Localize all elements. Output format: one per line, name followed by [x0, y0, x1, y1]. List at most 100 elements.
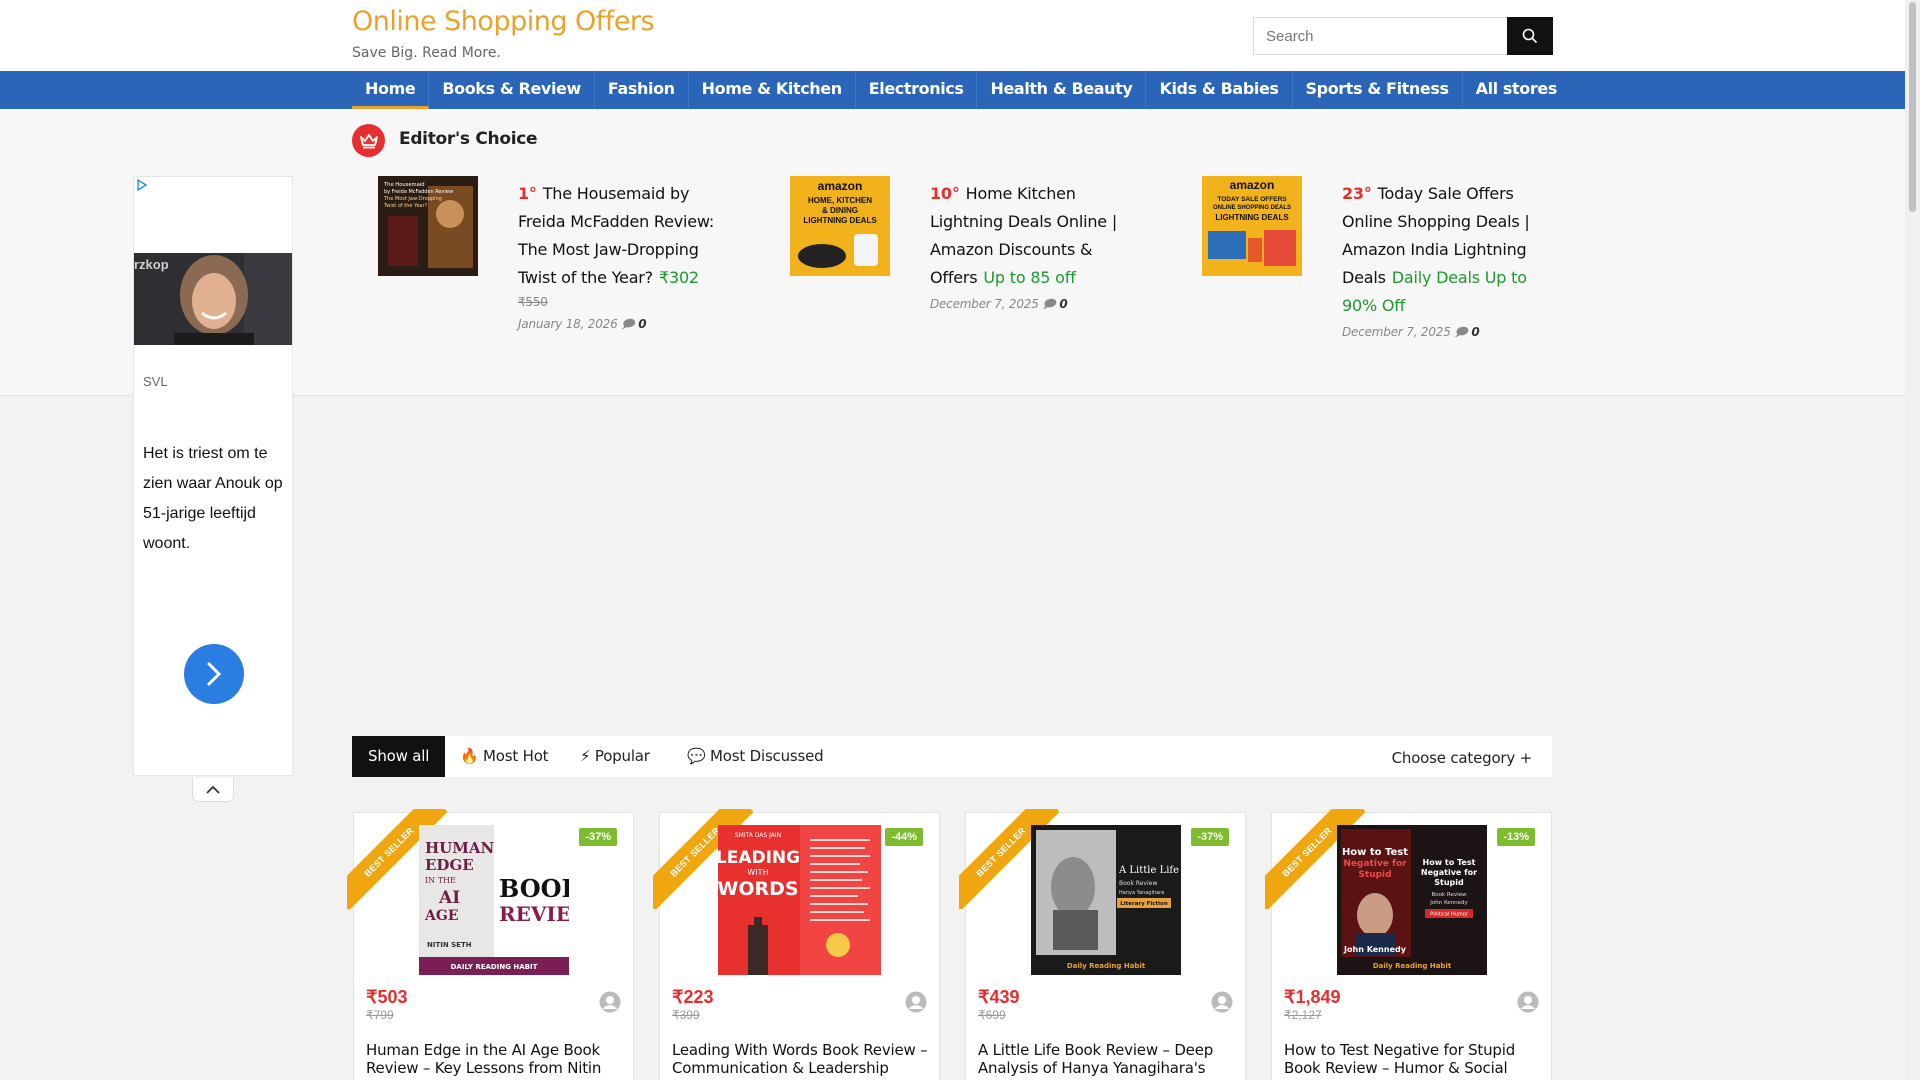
editors-choice-item: amazon HOME, KITCHEN & DINING LIGHTNING … — [790, 176, 1170, 356]
product-title[interactable]: A Little Life Book Review – Deep Analysi… — [978, 1041, 1238, 1077]
post-thumbnail[interactable]: amazon TODAY SALE OFFERS ONLINE SHOPPING… — [1202, 176, 1302, 276]
product-old-price: ₹2,127 — [1284, 1008, 1322, 1022]
cover-author: John Kennedy — [1343, 945, 1407, 954]
avatar[interactable] — [905, 991, 927, 1013]
cover-author: SMITA DAS JAIN — [735, 832, 781, 839]
product-title[interactable]: How to Test Negative for Stupid Book Rev… — [1284, 1041, 1544, 1077]
cover-word: Political Humor — [1430, 912, 1469, 918]
cover-word: LEADING — [718, 848, 800, 868]
search-form — [1253, 17, 1553, 55]
page-scrollbar[interactable] — [1905, 0, 1920, 1080]
thumb-line-1: TODAY SALE OFFERS — [1217, 196, 1287, 203]
cover-word: Stupid — [1434, 878, 1464, 887]
product-title[interactable]: Leading With Words Book Review – Communi… — [672, 1041, 932, 1077]
nav-item-electronics[interactable]: Electronics — [856, 71, 978, 109]
editors-choice-heading: Editor's Choice — [399, 129, 538, 149]
nav-item-home[interactable]: Home — [352, 71, 430, 109]
avatar[interactable] — [1517, 991, 1539, 1013]
ad-next-button[interactable] — [184, 644, 244, 704]
product-image[interactable]: SMITA DAS JAIN LEADING WITH WORDS — [718, 825, 881, 975]
product-card[interactable]: BEST SELLER -37% HUMAN EDGE IN THE AI AG… — [347, 809, 634, 1080]
cover-footer: Daily Reading Habit — [1067, 962, 1146, 970]
product-price: ₹503 — [366, 987, 408, 1007]
rank-label: 23° — [1342, 184, 1372, 203]
product-price: ₹439 — [978, 987, 1020, 1007]
post-old-price: ₹550 — [518, 295, 548, 309]
product-price: ₹1,849 — [1284, 987, 1341, 1007]
nav-item-fashion[interactable]: Fashion — [595, 71, 689, 109]
tab-popular[interactable]: ⚡ Popular — [580, 736, 650, 777]
sidebar-ad[interactable]: rzkop SVL Het is triest om te zien waar … — [133, 176, 293, 776]
product-image[interactable]: A Little Life Book Review Hanya Yanagiha… — [1031, 825, 1181, 975]
site-tagline: Save Big. Read More. — [352, 45, 501, 61]
search-button[interactable] — [1507, 17, 1553, 55]
thumb-brand: amazon — [818, 179, 863, 193]
product-old-price: ₹399 — [672, 1008, 700, 1022]
product-card[interactable]: BEST SELLER -44% SMITA DAS JAIN LEADING … — [653, 809, 940, 1080]
main-nav: Home Books & Review Fashion Home & Kitch… — [0, 71, 1905, 109]
post-date: December 7, 2025 — [930, 297, 1039, 311]
product-old-price: ₹799 — [366, 1008, 394, 1022]
post-thumbnail[interactable]: amazon HOME, KITCHEN & DINING LIGHTNING … — [790, 176, 890, 276]
comment-count[interactable]: 0 — [1059, 297, 1067, 311]
cover-word: BOOK — [499, 874, 569, 903]
discount-badge: -37% — [579, 828, 617, 846]
choose-category-dropdown[interactable]: Choose category + — [1392, 736, 1533, 777]
comment-count[interactable]: 0 — [638, 317, 646, 331]
product-title[interactable]: Human Edge in the AI Age Book Review – K… — [366, 1041, 626, 1077]
cover-word: Negative for — [1343, 859, 1407, 869]
tab-most-discussed[interactable]: 💬 Most Discussed — [687, 736, 824, 777]
cover-word: EDGE — [425, 856, 474, 874]
cover-word: John Kennedy — [1429, 900, 1468, 906]
nav-item-sports-fitness[interactable]: Sports & Fitness — [1293, 71, 1463, 109]
post-thumbnail[interactable]: The Housemaid by Freida McFadden Review … — [378, 176, 478, 276]
avatar[interactable] — [599, 991, 621, 1013]
nav-item-home-kitchen[interactable]: Home & Kitchen — [689, 71, 856, 109]
discount-badge: -44% — [885, 828, 923, 846]
nav-item-all-stores[interactable]: All stores — [1463, 71, 1570, 109]
cover-author: NITIN SETH — [427, 941, 472, 949]
post-price: ₹302 — [658, 268, 699, 287]
thumb-line-2: ONLINE SHOPPING DEALS — [1213, 205, 1291, 211]
ad-photo-text: rzkop — [134, 257, 169, 272]
cover-footer: DAILY READING HABIT — [451, 963, 538, 971]
search-input[interactable] — [1253, 17, 1507, 55]
tab-most-hot[interactable]: 🔥 Most Hot — [460, 736, 549, 777]
cover-word: Negative for — [1421, 868, 1477, 877]
product-card[interactable]: BEST SELLER -37% A Little Life Book Revi… — [959, 809, 1246, 1080]
cover-footer: Daily Reading Habit — [1373, 962, 1452, 970]
product-image[interactable]: HUMAN EDGE IN THE AI AGE NITIN SETH BOOK… — [419, 825, 569, 975]
ad-image[interactable]: rzkop — [134, 253, 292, 345]
ad-collapse-button[interactable] — [192, 778, 234, 802]
tab-show-all[interactable]: Show all — [352, 736, 446, 777]
chevron-right-icon — [207, 662, 222, 686]
cover-word: HUMAN — [425, 839, 494, 857]
crown-icon — [352, 124, 385, 157]
thumb-line-3: LIGHTNING DEALS — [1215, 213, 1289, 222]
cover-word: Book Review — [1119, 880, 1157, 887]
post-price: Up to 85 off — [983, 268, 1076, 287]
site-title[interactable]: Online Shopping Offers — [352, 6, 655, 37]
rank-label: 1° — [518, 184, 537, 203]
ad-headline[interactable]: Het is triest om te zien waar Anouk op 5… — [143, 439, 288, 559]
search-icon — [1522, 28, 1538, 44]
product-image[interactable]: How to Test Negative for Stupid John Ken… — [1337, 825, 1487, 975]
nav-item-kids-babies[interactable]: Kids & Babies — [1146, 71, 1293, 109]
nav-item-books-review[interactable]: Books & Review — [429, 71, 595, 109]
post-date: January 18, 2026 — [518, 317, 618, 331]
scrollbar-thumb[interactable] — [1909, 2, 1916, 212]
ad-source: SVL — [143, 374, 168, 389]
thumb-line-2: & DINING — [822, 206, 858, 215]
editors-choice-item: The Housemaid by Freida McFadden Review … — [378, 176, 758, 356]
thumb-line-4: Twist of the Year? — [383, 203, 428, 209]
nav-item-health-beauty[interactable]: Health & Beauty — [977, 71, 1147, 109]
product-card[interactable]: BEST SELLER -13% How to Test Negative fo… — [1265, 809, 1552, 1080]
site-header: Online Shopping Offers Save Big. Read Mo… — [0, 0, 1905, 71]
cover-word: Book Review — [1431, 892, 1467, 898]
adchoices-icon[interactable] — [136, 179, 148, 191]
cover-word: How to Test — [1423, 858, 1476, 867]
comment-icon: 🗩 — [621, 317, 635, 331]
comment-count[interactable]: 0 — [1471, 325, 1479, 339]
cover-word: AI — [438, 888, 460, 908]
avatar[interactable] — [1211, 991, 1233, 1013]
